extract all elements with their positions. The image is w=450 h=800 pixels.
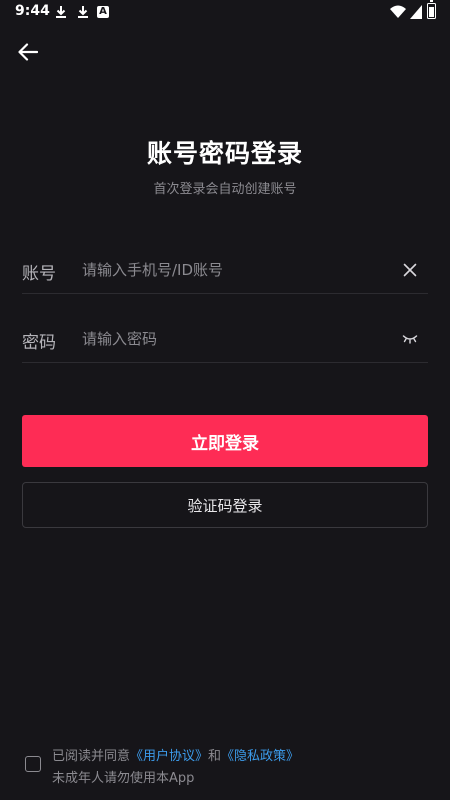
account-field: 账号	[22, 248, 428, 294]
agreement-checkbox[interactable]	[25, 756, 41, 772]
wifi-icon	[390, 5, 406, 18]
page-subtitle: 首次登录会自动创建账号	[153, 182, 297, 197]
battery-icon	[427, 0, 436, 19]
account-input[interactable]	[82, 254, 382, 286]
code-login-button[interactable]: 验证码登录	[22, 482, 428, 528]
login-screen: 9:44 A 账号密码登录 首次登录会自动创建账号 账号 请输入手机号/ID账号…	[0, 0, 450, 800]
agreement-conjunction: 和	[208, 749, 222, 764]
signal-icon	[410, 5, 422, 19]
agreement-prefix: 已阅读并同意	[52, 749, 131, 764]
arrow-left-icon	[18, 43, 38, 61]
page-title: 账号密码登录	[146, 139, 303, 168]
status-time: 9:44	[15, 3, 50, 19]
account-label: 账号	[22, 264, 56, 284]
user-agreement-link[interactable]: 《用户协议》	[130, 749, 208, 764]
login-button[interactable]: 立即登录	[22, 415, 428, 467]
back-button[interactable]	[14, 38, 42, 66]
download-icon	[78, 6, 88, 18]
agreement-text: 已阅读并同意《用户协议》和《隐私政策》 未成年人请勿使用本App	[52, 746, 299, 790]
clear-button[interactable]	[400, 260, 420, 280]
password-input[interactable]	[82, 323, 382, 355]
clear-icon	[403, 263, 417, 277]
app-notification-icon: A	[97, 6, 109, 18]
password-field: 密码	[22, 317, 428, 363]
toggle-password-visibility-button[interactable]	[400, 329, 420, 349]
minor-notice: 未成年人请勿使用本App	[52, 771, 195, 786]
eye-closed-icon	[402, 335, 418, 344]
status-bar: 9:44 A	[0, 0, 450, 26]
password-label: 密码	[22, 333, 56, 353]
privacy-policy-link[interactable]: 《隐私政策》	[221, 749, 299, 764]
download-icon	[56, 6, 66, 18]
